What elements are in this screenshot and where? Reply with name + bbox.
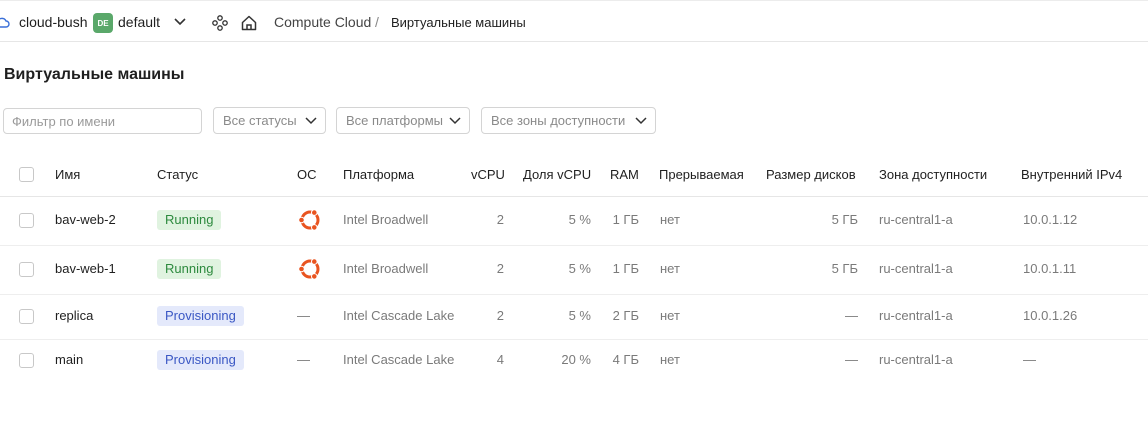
ram-cell: 2 ГБ: [612, 308, 639, 323]
row-divider: [0, 294, 1148, 295]
chevron-down-icon: [635, 117, 647, 125]
column-header-name[interactable]: Имя: [55, 167, 80, 183]
zone-cell: ru-central1-a: [879, 308, 953, 323]
zone-filter-select[interactable]: Все зоны доступности: [481, 107, 656, 134]
ram-cell: 1 ГБ: [612, 212, 639, 227]
status-badge: Running: [157, 210, 222, 230]
preemptible-cell: нет: [660, 352, 680, 367]
folder-selector[interactable]: default: [118, 1, 160, 43]
zone-cell: ru-central1-a: [879, 261, 953, 276]
vm-name[interactable]: bav-web-1: [55, 261, 116, 277]
status-badge: Provisioning: [157, 350, 244, 370]
column-header-vcpu[interactable]: vCPU: [471, 167, 505, 183]
platform-filter-label: Все платформы: [346, 113, 443, 128]
column-header-preemptible[interactable]: Прерываемая: [659, 167, 744, 183]
platform-cell: Intel Cascade Lake: [343, 352, 455, 367]
cloud-icon: [0, 17, 10, 28]
zone-filter-label: Все зоны доступности: [491, 113, 626, 128]
vm-name[interactable]: main: [55, 352, 83, 368]
vcpu-cell: 4: [496, 352, 504, 367]
header-divider: [0, 196, 1148, 197]
platform-filter-select[interactable]: Все платформы: [336, 107, 470, 134]
disk-size-cell: 5 ГБ: [831, 212, 858, 227]
status-filter-label: Все статусы: [223, 113, 297, 128]
services-icon[interactable]: [212, 15, 228, 31]
internal-ip-cell: 10.0.1.26: [1023, 308, 1078, 323]
ubuntu-icon: [298, 209, 320, 231]
disk-size-cell: —: [845, 308, 858, 323]
column-header-zone[interactable]: Зона доступности: [879, 167, 987, 183]
vcpu-share-cell: 20 %: [561, 352, 591, 367]
preemptible-cell: нет: [660, 212, 680, 227]
column-header-disk-size[interactable]: Размер дисков: [766, 167, 856, 183]
chevron-down-icon: [305, 117, 317, 125]
column-header-internal-ip[interactable]: Внутренний IPv4: [1021, 167, 1122, 183]
breadcrumb-current: Виртуальные машины: [391, 14, 526, 30]
internal-ip-cell: —: [1023, 352, 1036, 367]
ubuntu-icon: [298, 258, 320, 280]
platform-cell: Intel Broadwell: [343, 212, 429, 227]
vm-name[interactable]: replica: [55, 308, 93, 324]
zone-cell: ru-central1-a: [879, 212, 953, 227]
chevron-down-icon: [449, 117, 461, 125]
preemptible-cell: нет: [660, 308, 680, 323]
disk-size-cell: 5 ГБ: [831, 261, 858, 276]
row-checkbox[interactable]: [19, 213, 34, 228]
vcpu-cell: 2: [496, 261, 504, 276]
internal-ip-cell: 10.0.1.12: [1023, 212, 1078, 227]
platform-cell: Intel Broadwell: [343, 261, 429, 276]
select-all-checkbox[interactable]: [19, 167, 34, 182]
vcpu-cell: 2: [496, 308, 504, 323]
vcpu-share-cell: 5 %: [568, 308, 591, 323]
internal-ip-cell: 10.0.1.11: [1023, 261, 1077, 276]
status-badge: Running: [157, 259, 222, 279]
home-icon[interactable]: [240, 14, 258, 32]
vm-name[interactable]: bav-web-2: [55, 212, 116, 228]
folder-badge: DE: [93, 13, 113, 33]
column-header-platform[interactable]: Платформа: [343, 167, 414, 183]
os-cell: —: [297, 352, 310, 367]
column-header-ram[interactable]: RAM: [610, 167, 639, 183]
column-header-status[interactable]: Статус: [157, 167, 198, 183]
chevron-down-icon[interactable]: [173, 17, 187, 27]
preemptible-cell: нет: [660, 261, 680, 276]
vcpu-share-cell: 5 %: [568, 261, 591, 276]
top-bar: cloud-bush DE default Compute Cloud / Ви…: [0, 0, 1148, 42]
platform-cell: Intel Cascade Lake: [343, 308, 455, 323]
row-divider: [0, 339, 1148, 340]
breadcrumb-service[interactable]: Compute Cloud: [274, 1, 371, 43]
zone-cell: ru-central1-a: [879, 352, 953, 367]
row-checkbox[interactable]: [19, 353, 34, 368]
name-filter-input[interactable]: [3, 108, 202, 134]
column-header-vcpu-share[interactable]: Доля vCPU: [523, 167, 591, 183]
cloud-selector[interactable]: cloud-bush: [19, 1, 88, 43]
disk-size-cell: —: [845, 352, 858, 367]
ram-cell: 4 ГБ: [612, 352, 639, 367]
page-title: Виртуальные машины: [4, 66, 185, 83]
status-badge: Provisioning: [157, 306, 244, 326]
row-checkbox[interactable]: [19, 309, 34, 324]
status-filter-select[interactable]: Все статусы: [213, 107, 326, 134]
vcpu-share-cell: 5 %: [568, 212, 591, 227]
ram-cell: 1 ГБ: [612, 261, 639, 276]
vcpu-cell: 2: [496, 212, 504, 227]
column-header-os[interactable]: ОС: [297, 167, 317, 183]
os-cell: —: [297, 308, 310, 323]
row-divider: [0, 245, 1148, 246]
breadcrumb-separator: /: [375, 14, 379, 30]
row-checkbox[interactable]: [19, 262, 34, 277]
